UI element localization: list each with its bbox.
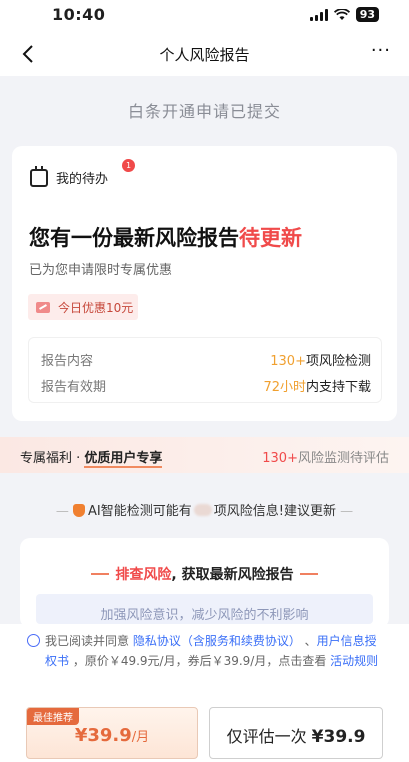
risk-report-card: 我的待办 1 您有一份最新风险报告待更新 已为您申请限时专属优惠 今日优惠10元…: [12, 146, 397, 421]
check-strip-text: 加强风险意识，减少风险的不利影响: [100, 608, 309, 623]
perk-strip: 专属福利 · 优质用户专享 130+风险监测待评估: [0, 437, 409, 473]
single-assessment-text: 仅评估一次: [226, 727, 312, 746]
shield-icon: [73, 504, 86, 517]
calendar-icon: [30, 165, 48, 187]
todo-label: 我的待办: [56, 172, 109, 187]
agree-p3: ，原价￥49.9元/月，券后￥39.9/月，点击查看: [69, 654, 331, 668]
perk-bold: 优质用户专享: [84, 451, 163, 468]
report-info-box: 报告内容 130+项风险检测 报告有效期 72小时内支持下载: [28, 337, 382, 403]
best-recommend-badge: 最佳推荐: [27, 708, 79, 725]
single-assessment-label: 仅评估一次 ¥39.9: [210, 723, 382, 747]
headline-accent: 待更新: [239, 226, 302, 250]
agreement-text: 我已阅读并同意 隐私协议（含服务和续费协议） 、用户信息授权书 ，原价￥49.9…: [45, 631, 385, 671]
perk-count-number: 130+: [262, 451, 298, 466]
blurred-count: [193, 504, 212, 516]
single-assessment-button[interactable]: 仅评估一次 ¥39.9: [209, 707, 383, 759]
ai-notice: — AI智能检测可能有 项风险信息!建议更新 —: [0, 500, 409, 519]
ai-notice-after: 项风险信息!建议更新: [213, 504, 336, 519]
more-button[interactable]: ···: [371, 40, 391, 61]
info-key: 报告内容: [41, 354, 94, 369]
perk-count-rest: 风险监测待评估: [297, 451, 389, 466]
monthly-price: ¥39.9/月: [27, 725, 197, 746]
agree-p2: 、: [300, 634, 317, 648]
ai-notice-before: AI智能检测可能有: [88, 504, 192, 519]
info-row: 报告有效期 72小时内支持下载: [41, 376, 371, 395]
title-line-right: [299, 573, 318, 575]
perk-count: 130+风险监测待评估: [262, 447, 389, 466]
perk-title: 专属福利 · 优质用户专享: [20, 447, 163, 468]
status-bar: 10:40 93: [0, 0, 409, 32]
privacy-agreement-link[interactable]: 隐私协议（含服务和续费协议）: [133, 634, 301, 648]
signal-icon: [309, 8, 328, 21]
monthly-plan-button[interactable]: 最佳推荐 ¥39.9/月: [26, 707, 198, 759]
info-value: 130+项风险检测: [270, 350, 371, 369]
nav-bar: 个人风险报告 ···: [0, 32, 409, 76]
check-risk-card: 排查风险, 获取最新风险报告 加强风险意识，减少风险的不利影响: [20, 538, 389, 628]
page-title: 个人风险报告: [159, 46, 250, 64]
monthly-price-unit: /月: [131, 730, 150, 745]
dash-right: —: [340, 504, 354, 519]
report-headline: 您有一份最新风险报告待更新: [29, 222, 302, 252]
check-title-highlight: 排查风险: [115, 567, 172, 583]
agree-radio[interactable]: [27, 634, 40, 647]
todo-row[interactable]: 我的待办 1: [30, 159, 135, 187]
dash-left: —: [55, 504, 69, 519]
check-strip: 加强风险意识，减少风险的不利影响: [36, 594, 373, 624]
agree-p1: 我已阅读并同意: [45, 634, 133, 648]
info-value-rest: 内支持下载: [305, 380, 371, 395]
coupon-icon: [36, 301, 50, 313]
status-time: 10:40: [52, 5, 106, 24]
activity-rules-link[interactable]: 活动规则: [330, 654, 378, 668]
status-icons: 93: [309, 7, 379, 22]
report-subline: 已为您申请限时专属优惠: [29, 263, 173, 278]
coupon-tag: 今日优惠10元: [28, 294, 138, 320]
single-assessment-price: ¥39.9: [311, 727, 366, 747]
check-title-rest: , 获取最新风险报告: [171, 567, 294, 583]
headline-main: 您有一份最新风险报告: [29, 226, 239, 250]
info-value-rest: 项风险检测: [305, 354, 371, 369]
info-row: 报告内容 130+项风险检测: [41, 350, 371, 369]
check-title: 排查风险, 获取最新风险报告: [20, 564, 389, 584]
todo-badge: 1: [122, 159, 135, 172]
monthly-price-value: ¥39.9: [74, 725, 132, 746]
perk-prefix: 专属福利 ·: [20, 451, 85, 466]
title-line-left: [91, 573, 110, 575]
info-value-highlight: 130+: [270, 354, 306, 369]
wifi-icon: [333, 8, 350, 20]
info-value: 72小时内支持下载: [263, 376, 371, 395]
info-key: 报告有效期: [41, 380, 107, 395]
submit-status-banner: 白条开通申请已提交: [127, 102, 281, 121]
info-value-highlight: 72小时: [263, 380, 306, 395]
battery-icon: 93: [355, 7, 379, 22]
coupon-text: 今日优惠10元: [58, 300, 134, 315]
